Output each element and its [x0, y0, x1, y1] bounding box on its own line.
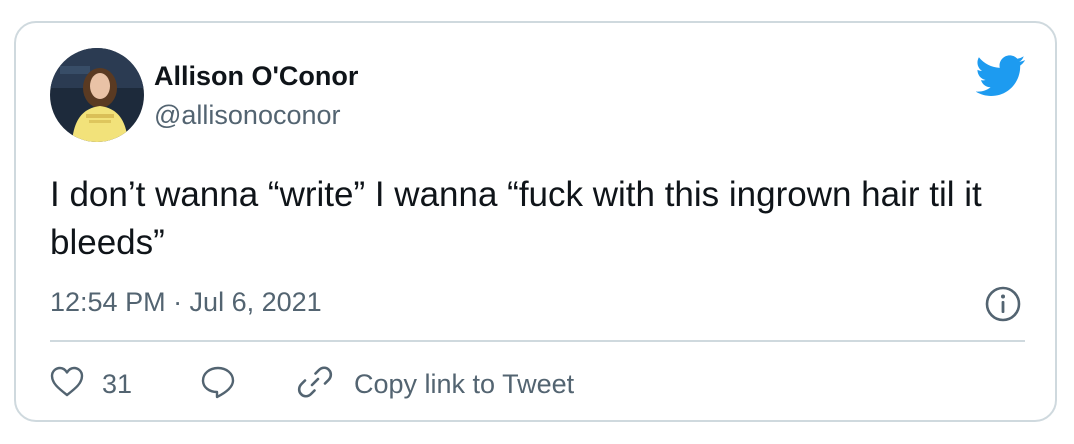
- copy-link-button[interactable]: Copy link to Tweet: [296, 361, 574, 407]
- like-count: 31: [102, 368, 133, 399]
- divider: [50, 340, 1025, 342]
- heart-icon: [50, 366, 84, 403]
- author-avatar[interactable]: [50, 48, 144, 142]
- author-display-name[interactable]: Allison O'Conor: [154, 61, 358, 92]
- copy-link-label: Copy link to Tweet: [354, 368, 575, 399]
- reply-bubble-icon: [200, 365, 236, 404]
- twitter-bird-icon[interactable]: [975, 55, 1026, 97]
- link-icon: [296, 363, 334, 406]
- author-handle[interactable]: @allisonoconor: [154, 100, 341, 131]
- tweet-timestamp[interactable]: 12:54 PM · Jul 6, 2021: [50, 287, 322, 318]
- tweet-card: Allison O'Conor @allisonoconor I don’t w…: [14, 21, 1057, 422]
- profile-photo-icon: [50, 48, 144, 142]
- tweet-actions: 31 Copy link to Tweet: [50, 361, 1025, 407]
- tweet-text: I don’t wanna “write” I wanna “fuck with…: [50, 175, 982, 262]
- info-icon[interactable]: [983, 284, 1023, 324]
- reply-button[interactable]: [200, 361, 236, 407]
- like-button[interactable]: 31: [50, 361, 132, 407]
